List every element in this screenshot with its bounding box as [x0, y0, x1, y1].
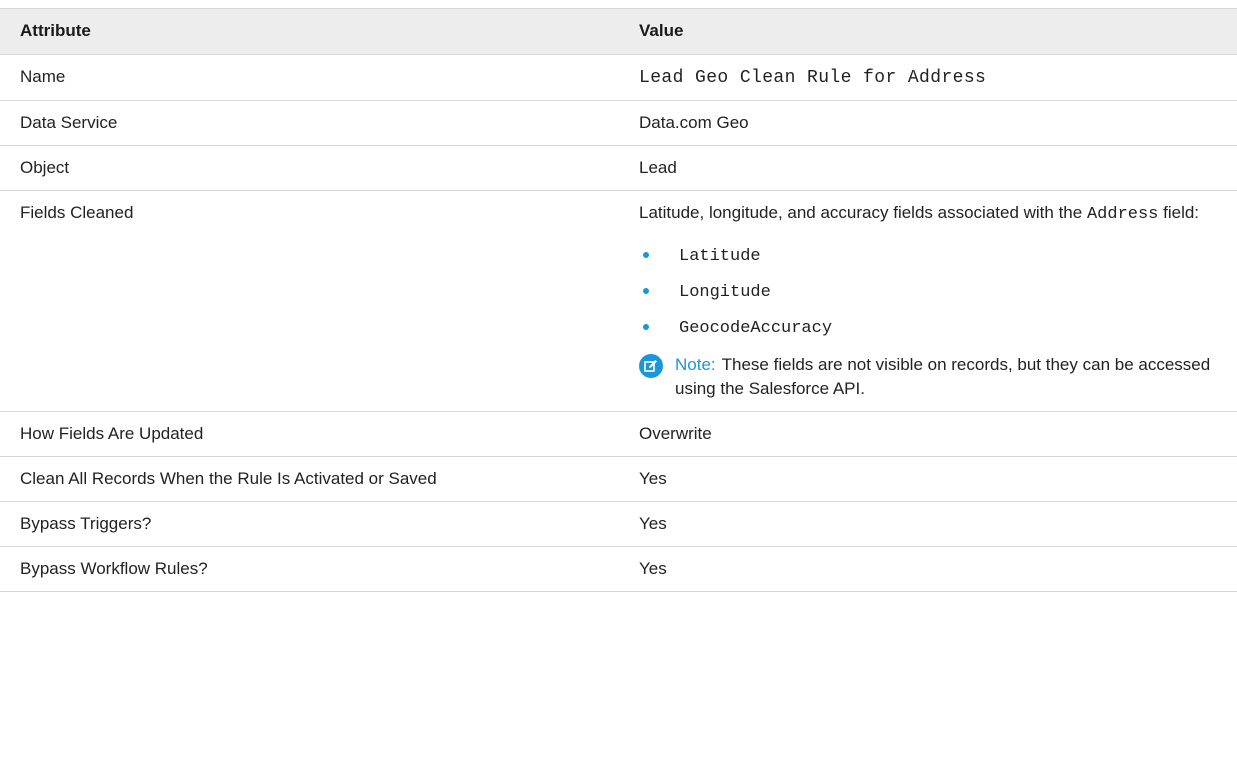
list-item: Longitude	[639, 273, 1217, 309]
attribute-cell: Clean All Records When the Rule Is Activ…	[0, 456, 619, 502]
edit-note-icon	[639, 354, 663, 378]
attribute-cell: How Fields Are Updated	[0, 411, 619, 457]
field-name: Longitude	[679, 283, 771, 302]
value-cell: Latitude, longitude, and accuracy fields…	[619, 190, 1237, 412]
description-suffix: field:	[1163, 203, 1200, 222]
table-row: Object Lead	[0, 145, 1237, 191]
note-callout: Note: These fields are not visible on rec…	[639, 353, 1217, 401]
cleaned-fields-list: Latitude Longitude GeocodeAccuracy	[639, 237, 1217, 345]
field-name: GeocodeAccuracy	[679, 319, 833, 338]
attribute-cell: Fields Cleaned	[0, 190, 619, 412]
value-cell: Lead	[619, 145, 1237, 191]
note-text: Note: These fields are not visible on rec…	[675, 353, 1217, 401]
table-row: Fields Cleaned Latitude, longitude, and …	[0, 190, 1237, 412]
value-cell: Lead Geo Clean Rule for Address	[619, 54, 1237, 101]
attribute-cell: Name	[0, 54, 619, 101]
attribute-cell: Bypass Workflow Rules?	[0, 546, 619, 592]
attribute-cell: Object	[0, 145, 619, 191]
bullet-dot-icon	[643, 324, 649, 330]
rule-name-value: Lead Geo Clean Rule for Address	[639, 68, 987, 88]
value-cell: Yes	[619, 501, 1237, 547]
value-cell: Yes	[619, 546, 1237, 592]
table-row: Bypass Workflow Rules? Yes	[0, 546, 1237, 592]
attribute-cell: Data Service	[0, 100, 619, 146]
attributes-table: Attribute Value Name Lead Geo Clean Rule…	[0, 8, 1237, 592]
field-name: Latitude	[679, 247, 761, 266]
address-code-text: Address	[1086, 205, 1159, 224]
table-row: Data Service Data.com Geo	[0, 100, 1237, 146]
bullet-dot-icon	[643, 288, 649, 294]
note-body: These fields are not visible on records,…	[675, 355, 1211, 398]
table-body: Name Lead Geo Clean Rule for Address Dat…	[0, 54, 1237, 592]
table-row: Name Lead Geo Clean Rule for Address	[0, 54, 1237, 101]
table-header: Attribute Value	[0, 8, 1237, 55]
fields-cleaned-description: Latitude, longitude, and accuracy fields…	[639, 201, 1217, 227]
value-cell: Overwrite	[619, 411, 1237, 457]
bullet-dot-icon	[643, 252, 649, 258]
table-row: Clean All Records When the Rule Is Activ…	[0, 456, 1237, 502]
attribute-column-header: Attribute	[0, 8, 619, 55]
header-row: Attribute Value	[0, 8, 1237, 55]
description-text: Latitude, longitude, and accuracy fields…	[639, 203, 1083, 222]
note-label: Note:	[675, 355, 716, 374]
value-column-header: Value	[619, 8, 1237, 55]
list-item: Latitude	[639, 237, 1217, 273]
list-item: GeocodeAccuracy	[639, 309, 1217, 345]
attribute-cell: Bypass Triggers?	[0, 501, 619, 547]
value-cell: Data.com Geo	[619, 100, 1237, 146]
table-row: How Fields Are Updated Overwrite	[0, 411, 1237, 457]
table-row: Bypass Triggers? Yes	[0, 501, 1237, 547]
value-cell: Yes	[619, 456, 1237, 502]
